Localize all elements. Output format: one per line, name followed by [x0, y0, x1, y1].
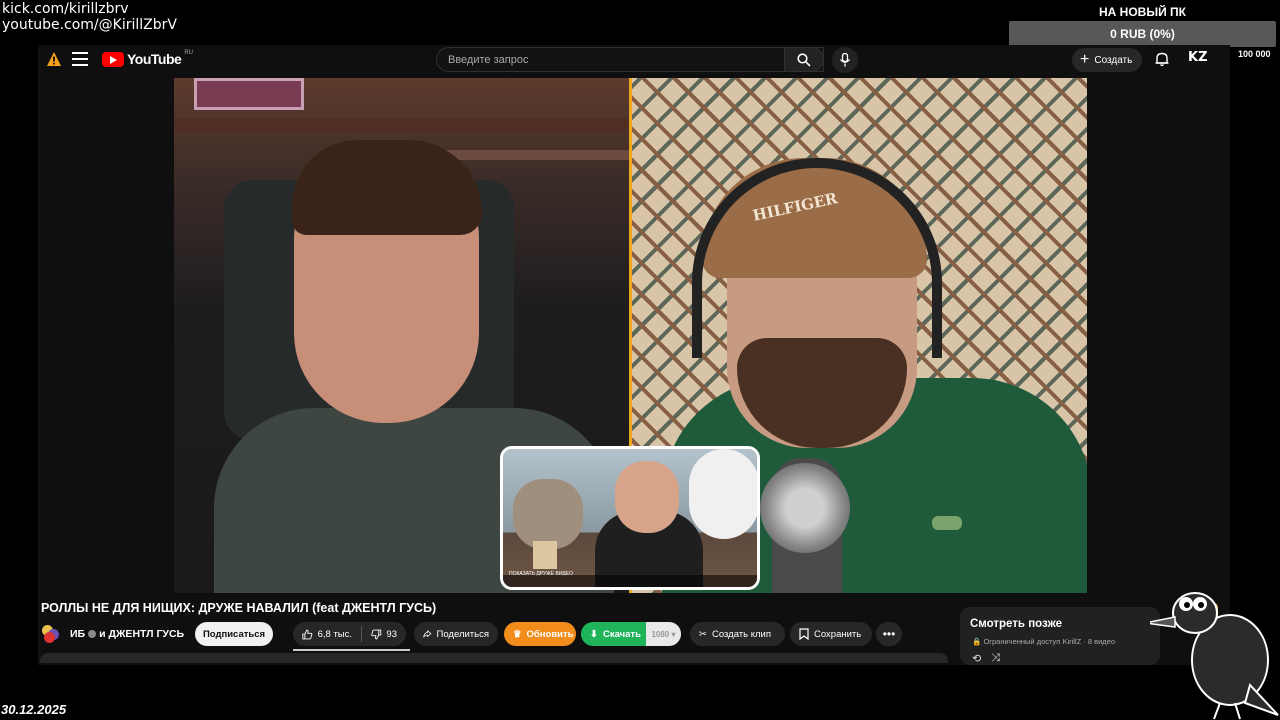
background-desk [434, 150, 629, 160]
like-ratio-bar [293, 649, 410, 651]
create-label: Создать [1094, 54, 1133, 66]
crown-icon: ♛ [513, 628, 522, 640]
subscribe-button[interactable]: Подписаться [195, 622, 273, 646]
donation-goal: НА НОВЫЙ ПК 0 RUB (0%) [1009, 3, 1276, 47]
lock-icon: 🔒 [972, 637, 982, 646]
create-clip-button[interactable]: ✂ Создать клип [690, 622, 785, 646]
crow-mascot-image [1150, 592, 1279, 720]
channel-name-main: ИБ [70, 628, 86, 640]
description-box[interactable] [40, 653, 948, 663]
download-label: Скачать [602, 628, 641, 640]
hamburger-menu-icon[interactable] [72, 52, 88, 66]
channel-name[interactable]: ИБ и ДЖЕНТЛ ГУСЬ [70, 628, 184, 640]
save-label: Сохранить [814, 628, 862, 640]
account-avatar[interactable]: KZ [1188, 50, 1210, 70]
more-actions-button[interactable]: ••• [876, 622, 902, 646]
voice-search-button[interactable] [832, 47, 858, 73]
background-shelf [174, 118, 629, 132]
youtube-wordmark: YouTube [127, 51, 182, 67]
search-input[interactable]: Введите запрос [436, 47, 824, 72]
dislike-count[interactable]: 93 [386, 629, 397, 640]
left-person-hair [292, 140, 482, 235]
loop-icon[interactable]: ⟲ [972, 652, 981, 665]
thumbs-up-icon[interactable] [302, 628, 313, 641]
pip-person-face [615, 461, 679, 533]
watch-later-title: Смотреть позже [970, 618, 1062, 630]
pip-progress-bar[interactable] [503, 575, 757, 587]
cup [533, 541, 557, 569]
microphone-icon [839, 53, 851, 67]
channel-name-collab: и ДЖЕНТЛ ГУСЬ [99, 628, 185, 640]
download-arrow-icon: ⬇ [590, 628, 598, 640]
download-button[interactable]: ⬇ Скачать 1080 ▾ [581, 622, 681, 646]
scissors-icon: ✂ [699, 628, 707, 640]
verified-icon [88, 630, 97, 639]
goal-progress-bar: 0 RUB (0%) [1009, 21, 1276, 47]
jacket-logo [932, 516, 962, 530]
watch-later-panel[interactable]: Смотреть позже 🔒 Ограниченный доступ Kir… [960, 607, 1160, 665]
picture-in-picture-video[interactable]: ПОКАЗАТЬ ДРУЖЕ ВИДЕО [500, 446, 760, 590]
plus-icon: + [1080, 51, 1090, 68]
panda-plush [689, 449, 757, 539]
goal-title: НА НОВЫЙ ПК [1099, 5, 1186, 19]
bookmark-icon [799, 628, 809, 640]
watch-later-controls: ⟲ ⤨ [972, 652, 1000, 665]
create-button[interactable]: + Создать [1072, 48, 1142, 72]
thumbs-down-icon[interactable] [371, 628, 382, 641]
like-count[interactable]: 6,8 тыс. [318, 629, 352, 640]
pony-figure [513, 479, 583, 549]
video-title: РОЛЛЫ НЕ ДЛЯ НИЩИХ: ДРУЖЕ НАВАЛИЛ (feat … [41, 601, 437, 615]
kick-link: kick.com/kirillzbrv [2, 1, 129, 17]
update-label: Обновить [526, 628, 574, 640]
country-code: RU [184, 50, 193, 56]
quality-select[interactable]: 1080 ▾ [645, 622, 681, 646]
notifications-bell-icon[interactable] [1154, 51, 1170, 67]
youtube-window: YouTube RU Введите запрос + Создать KZ H… [38, 45, 1230, 665]
channel-avatars[interactable] [42, 625, 62, 643]
save-button[interactable]: Сохранить [790, 622, 872, 646]
watch-later-owner: KirillZ [1062, 637, 1082, 646]
video-actions-row: ИБ и ДЖЕНТЛ ГУСЬ Подписаться 6,8 тыс. 93 … [38, 622, 938, 646]
background-sign [194, 78, 304, 110]
shuffle-icon[interactable]: ⤨ [991, 652, 1000, 665]
search-icon [797, 52, 811, 67]
watch-later-meta: 🔒 Ограниченный доступ KirillZ · 8 видео [972, 637, 1116, 646]
warning-icon[interactable] [46, 51, 62, 67]
video-player[interactable]: HILFIGER ПОКАЗАТЬ ДРУЖЕ ВИДЕО [174, 78, 1087, 593]
youtube-play-icon [102, 51, 124, 67]
stream-date: 30.12.2025 [1, 702, 67, 717]
watch-later-access: Ограниченный доступ [983, 637, 1061, 646]
search-placeholder: Введите запрос [448, 53, 529, 66]
top-bar: YouTube RU Введите запрос + Создать KZ [38, 45, 1230, 75]
clip-label: Создать клип [711, 628, 771, 640]
share-arrow-icon [423, 629, 432, 638]
youtube-logo[interactable]: YouTube RU [102, 50, 193, 67]
goal-max-value: 100 000 [1238, 49, 1271, 59]
like-dislike-group: 6,8 тыс. 93 [293, 622, 406, 646]
search-button[interactable] [784, 47, 824, 72]
share-button[interactable]: Поделиться [414, 622, 498, 646]
watch-later-count: 8 видео [1087, 637, 1116, 646]
share-label: Поделиться [436, 628, 489, 640]
studio-microphone [760, 463, 850, 553]
youtube-channel-link: youtube.com/@KirillZbrV [2, 17, 177, 33]
stream-links: kick.com/kirillzbrv youtube.com/@KirillZ… [2, 1, 177, 33]
update-button[interactable]: ♛ Обновить [504, 622, 576, 646]
quality-value: 1080 [651, 629, 670, 639]
